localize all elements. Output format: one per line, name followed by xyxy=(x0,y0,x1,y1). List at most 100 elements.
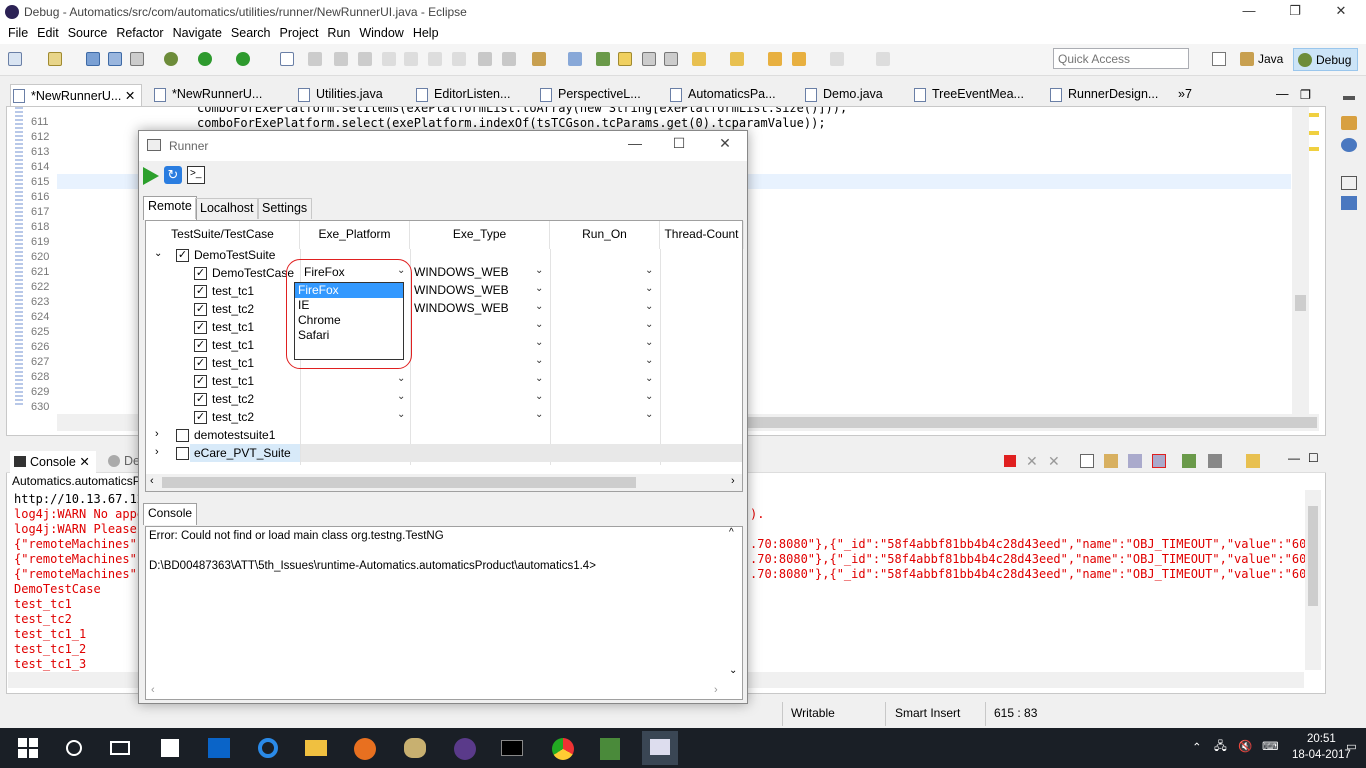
runner-console-output[interactable]: Error: Could not find or load main class… xyxy=(145,526,743,700)
menu-project[interactable]: Project xyxy=(276,24,323,40)
refresh-icon[interactable]: ↻ xyxy=(164,166,182,184)
scroll-right-icon[interactable]: › xyxy=(731,475,735,487)
open-type-icon[interactable] xyxy=(568,52,582,66)
new-package-icon[interactable] xyxy=(48,52,62,66)
exe-type-combo[interactable]: WINDOWS_WEB ⌄ xyxy=(411,282,551,300)
editor-maximize-button[interactable]: ❐ xyxy=(1300,84,1311,106)
console-vertical-scrollbar[interactable] xyxy=(1305,490,1321,670)
menu-source[interactable]: Source xyxy=(64,24,112,40)
column-header-exe-type[interactable]: Exe_Type xyxy=(410,221,550,249)
search-circle-icon[interactable] xyxy=(60,734,88,762)
keyboard-icon[interactable]: ⌨ xyxy=(1262,739,1279,753)
testcase-checkbox[interactable]: ✓ xyxy=(194,375,207,388)
expand-chevron-icon[interactable]: › xyxy=(155,446,159,458)
tree-horizontal-scrollbar[interactable]: ‹ › xyxy=(146,474,742,491)
clock-time[interactable]: 20:51 xyxy=(1307,733,1336,745)
run-on-combo[interactable]: ⌄ xyxy=(551,408,661,426)
tab-perspective[interactable]: PerspectiveL... xyxy=(538,84,641,106)
exe-type-combo[interactable]: ⌄ xyxy=(411,408,551,426)
window-title-bar[interactable]: Debug - Automatics/src/com/automatics/ut… xyxy=(0,0,1366,24)
exe-type-combo[interactable]: ⌄ xyxy=(411,390,551,408)
forward-icon[interactable] xyxy=(830,52,844,66)
scroll-thumb[interactable] xyxy=(1295,295,1306,311)
suite-row[interactable]: ⌄ ✓ DemoTestSuite xyxy=(146,246,742,264)
use-step-filters-icon[interactable] xyxy=(502,52,516,66)
tab-localhost[interactable]: Localhost xyxy=(195,198,259,219)
show-whitespace-icon[interactable] xyxy=(664,52,678,66)
testcase-row[interactable]: ✓ test_tc2 ⌄ ⌄ ⌄ xyxy=(146,408,742,426)
quick-access-input[interactable] xyxy=(1053,48,1189,69)
tab-treeeventmea[interactable]: TreeEventMea... xyxy=(912,84,1024,106)
debug-icon[interactable] xyxy=(164,52,178,66)
debug-perspective-button[interactable]: Debug xyxy=(1293,48,1359,71)
testcase-row[interactable]: ✓ test_tc1 WINDOWS_WEB ⌄ ⌄ xyxy=(146,282,742,300)
eclipse-taskbar-icon[interactable] xyxy=(450,734,478,762)
run-on-combo[interactable]: ⌄ xyxy=(551,318,661,336)
menu-file[interactable]: File xyxy=(4,24,32,40)
testcase-checkbox[interactable]: ✓ xyxy=(194,339,207,352)
minimize-view-icon[interactable] xyxy=(1343,96,1355,100)
suite-row[interactable]: › demotestsuite1 xyxy=(146,426,742,444)
tab-automaticspa[interactable]: AutomaticsPa... xyxy=(668,84,776,106)
testcase-row[interactable]: ✓ test_tc1 ⌄ ⌄ xyxy=(146,354,742,372)
command-prompt-icon[interactable] xyxy=(498,734,526,762)
tab-newrunnerui-2[interactable]: *NewRunnerU... xyxy=(152,84,262,106)
step-over-icon[interactable] xyxy=(428,52,442,66)
runner-minimize-button[interactable]: — xyxy=(615,135,655,157)
outlook-icon[interactable] xyxy=(204,734,232,762)
word-wrap-icon[interactable] xyxy=(1128,454,1142,468)
menu-refactor[interactable]: Refactor xyxy=(112,24,167,40)
next-annotation-icon[interactable] xyxy=(692,52,706,66)
clock-date[interactable]: 18-04-2017 xyxy=(1292,749,1351,761)
paint-icon[interactable] xyxy=(400,734,428,762)
terminate-icon[interactable] xyxy=(358,52,372,66)
scroll-thumb[interactable] xyxy=(1308,506,1318,606)
previous-annotation-icon[interactable] xyxy=(730,52,744,66)
column-header-exe-platform[interactable]: Exe_Platform xyxy=(300,221,410,249)
edge-icon[interactable] xyxy=(254,734,282,762)
save-icon[interactable] xyxy=(86,52,100,66)
close-tab-icon[interactable]: ✕ xyxy=(79,455,89,469)
suspend-icon[interactable] xyxy=(334,52,348,66)
close-tab-icon[interactable]: ✕ xyxy=(125,89,135,103)
suite-checkbox[interactable]: ✓ xyxy=(176,249,189,262)
run-on-combo[interactable]: ⌄ xyxy=(551,372,661,390)
outline-view-icon[interactable] xyxy=(1341,196,1357,210)
runner-console-vscroll[interactable]: ^ ⌄ xyxy=(726,527,742,683)
restore-view-icon[interactable] xyxy=(1341,176,1357,190)
spreadsheet-icon[interactable] xyxy=(596,734,624,762)
start-windows-icon[interactable] xyxy=(14,734,42,762)
scroll-lock-icon[interactable] xyxy=(1104,454,1118,468)
tab-runnerdesign[interactable]: RunnerDesign... xyxy=(1048,84,1158,106)
testcase-checkbox[interactable]: ✓ xyxy=(194,267,207,280)
back-icon[interactable] xyxy=(792,52,806,66)
tab-console[interactable]: Console ✕ xyxy=(10,451,96,473)
menu-run[interactable]: Run xyxy=(323,24,354,40)
show-hidden-icons-icon[interactable]: ⌃ xyxy=(1192,740,1202,754)
step-into-icon[interactable] xyxy=(404,52,418,66)
runner-close-button[interactable]: ✕ xyxy=(705,135,745,157)
suite-checkbox[interactable] xyxy=(176,429,189,442)
external-tools-icon[interactable] xyxy=(532,52,546,66)
step-return-icon[interactable] xyxy=(452,52,466,66)
tab-newrunnerui-active[interactable]: *NewRunnerU... ✕ xyxy=(10,84,142,106)
scroll-thumb[interactable] xyxy=(747,417,1317,428)
testcase-row[interactable]: ✓ test_tc2 ⌄ ⌄ ⌄ xyxy=(146,390,742,408)
tab-settings[interactable]: Settings xyxy=(257,198,313,219)
maximize-button[interactable]: ❐ xyxy=(1272,0,1318,24)
scroll-left-icon[interactable]: ‹ xyxy=(150,475,154,487)
runner-console-hscroll[interactable]: ‹ › xyxy=(146,683,726,699)
menu-edit[interactable]: Edit xyxy=(33,24,63,40)
run-on-combo[interactable]: ⌄ xyxy=(551,354,661,372)
testcase-row[interactable]: ✓ DemoTestCase FireFox ⌄ WINDOWS_WEB ⌄ ⌄ xyxy=(146,264,742,282)
run-on-combo[interactable]: ⌄ xyxy=(551,282,661,300)
file-explorer-icon[interactable] xyxy=(302,734,330,762)
view-minimize-icon[interactable]: — xyxy=(1288,451,1300,465)
testcase-checkbox[interactable]: ✓ xyxy=(194,357,207,370)
tab-overflow[interactable]: »7 xyxy=(1174,84,1192,106)
exe-type-combo[interactable]: WINDOWS_WEB ⌄ xyxy=(411,300,551,318)
tab-editorlisten[interactable]: EditorListen... xyxy=(414,84,510,106)
action-center-icon[interactable]: ▭ xyxy=(1346,739,1357,753)
disconnect-icon[interactable] xyxy=(382,52,396,66)
scroll-up-icon[interactable]: ^ xyxy=(729,527,734,538)
